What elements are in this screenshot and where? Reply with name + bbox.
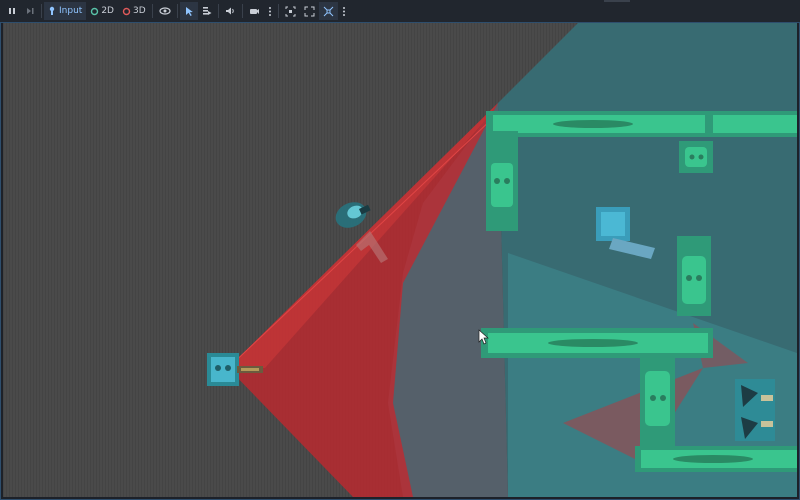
enemy-group — [735, 379, 775, 441]
game-viewport[interactable] — [3, 23, 797, 497]
3d-mode-icon — [122, 7, 131, 15]
speaker-icon — [225, 7, 234, 15]
list-select-button[interactable] — [198, 2, 216, 20]
pillar-left — [486, 131, 518, 231]
mode-2d-button[interactable]: 2D — [86, 2, 118, 20]
platform-middle — [481, 328, 713, 358]
fit-view-button[interactable] — [318, 2, 338, 20]
platform-bottom — [635, 446, 797, 472]
toolbar-separator — [277, 4, 279, 18]
mode-3d-label: 3D — [132, 6, 146, 16]
mode-3d-button[interactable]: 3D — [118, 2, 150, 20]
eye-icon — [159, 7, 171, 15]
focus-icon — [285, 6, 296, 16]
more-icon — [342, 6, 345, 16]
camera-menu-button[interactable] — [264, 2, 276, 20]
platform-top — [486, 111, 797, 137]
fullscreen-icon — [304, 6, 315, 16]
audio-button[interactable] — [221, 2, 240, 20]
more-icon — [268, 6, 271, 16]
input-toggle-button[interactable]: Input — [44, 2, 87, 20]
focus-button[interactable] — [281, 2, 300, 20]
pause-icon — [9, 8, 15, 14]
step-frame-button[interactable] — [21, 2, 39, 20]
list-icon — [202, 7, 212, 15]
robot-block — [679, 141, 713, 173]
mode-2d-label: 2D — [101, 6, 114, 16]
select-tool-button[interactable] — [179, 2, 198, 20]
pillar-center — [677, 236, 711, 316]
toolbar-separator — [217, 4, 219, 18]
2d-mode-icon — [91, 7, 99, 15]
camera-override-button[interactable] — [245, 2, 264, 20]
toolbar-separator — [176, 4, 178, 18]
camera-icon — [249, 9, 259, 14]
view-menu-button[interactable] — [338, 2, 350, 20]
window-handle — [604, 0, 630, 2]
pointer-icon — [185, 6, 193, 16]
pause-button[interactable] — [3, 2, 21, 20]
input-icon — [49, 6, 55, 15]
toolbar-separator — [241, 4, 243, 18]
step-frame-icon — [27, 8, 34, 14]
game-toolbar: Input 2D 3D — [0, 0, 800, 23]
fit-icon — [323, 6, 333, 16]
toolbar-separator — [151, 4, 153, 18]
input-label: Input — [59, 6, 83, 16]
visibility-button[interactable] — [155, 2, 175, 20]
pillar-bottom — [640, 358, 675, 446]
toolbar-separator — [41, 4, 42, 18]
fullscreen-button[interactable] — [300, 2, 319, 20]
